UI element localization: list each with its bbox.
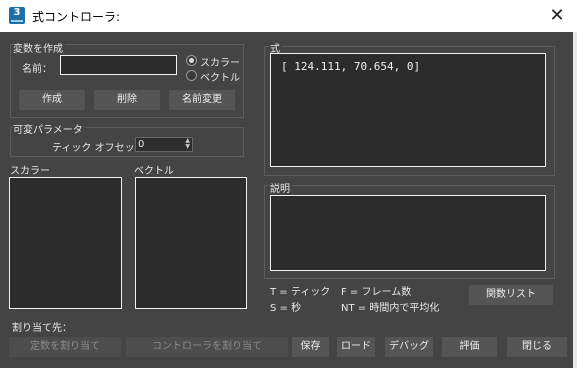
vector-radio[interactable] [186,70,197,81]
legend-ticks: T = ティック [270,287,331,298]
expression-text: [ 124.111, 70.654, 0] [281,60,421,73]
delete-button[interactable]: 削除 [94,90,160,110]
assign-to-label: 割り当て先： [12,323,72,334]
description-textbox[interactable] [270,195,546,271]
legend-seconds: S = 秒 [270,303,302,314]
create-button[interactable]: 作成 [19,90,85,110]
name-label: 名前： [22,64,52,75]
close-button[interactable]: 閉じる [507,337,567,357]
save-button[interactable]: 保存 [292,337,329,357]
legend-normalized-time: NT = 時間内で平均化 [341,303,440,314]
tick-offset-value: 0 [138,139,145,150]
title-bar: 3 式コントローラ: ✕ [0,0,577,32]
close-icon[interactable]: ✕ [545,4,569,28]
expression-controller-window: 3 式コントローラ: ✕ 変数を作成 名前： スカラー ベクトル 作成 削除 名… [0,0,577,368]
debug-button[interactable]: デバッグ [385,337,433,357]
scalar-radio[interactable] [186,55,197,66]
vector-list-label: ベクトル [134,166,174,177]
assign-constant-button[interactable]: 定数を割り当て [9,337,121,357]
legend-frames: F = フレーム数 [341,287,412,298]
assign-controller-button[interactable]: コントローラを割り当て [126,337,288,357]
variable-name-input[interactable] [60,55,177,75]
window-title: 式コントローラ: [32,10,121,24]
variable-name-value [61,59,64,70]
scalar-list-label: スカラー [10,166,50,177]
app-icon: 3 [9,7,25,24]
evaluate-button[interactable]: 評価 [442,337,497,357]
spinner-arrows-icon[interactable]: ▲ ▼ [185,138,190,150]
expression-textbox[interactable]: [ 124.111, 70.654, 0] [270,53,546,167]
scalar-radio-label[interactable]: スカラー [200,54,240,69]
load-button[interactable]: ロード [337,337,375,357]
create-variable-label: 変数を作成 [13,40,65,55]
scalar-list[interactable] [9,177,122,309]
function-list-button[interactable]: 関数リスト [469,285,553,305]
window-right-edge [573,32,577,368]
vector-list[interactable] [135,177,247,309]
vector-radio-label[interactable]: ベクトル [200,69,240,84]
variable-parameters-label: 可変パラメータ [13,121,85,136]
tick-offset-spinner[interactable]: 0 ▲ ▼ [135,137,193,152]
rename-button[interactable]: 名前変更 [169,90,235,110]
description-label: 説明 [270,180,292,195]
